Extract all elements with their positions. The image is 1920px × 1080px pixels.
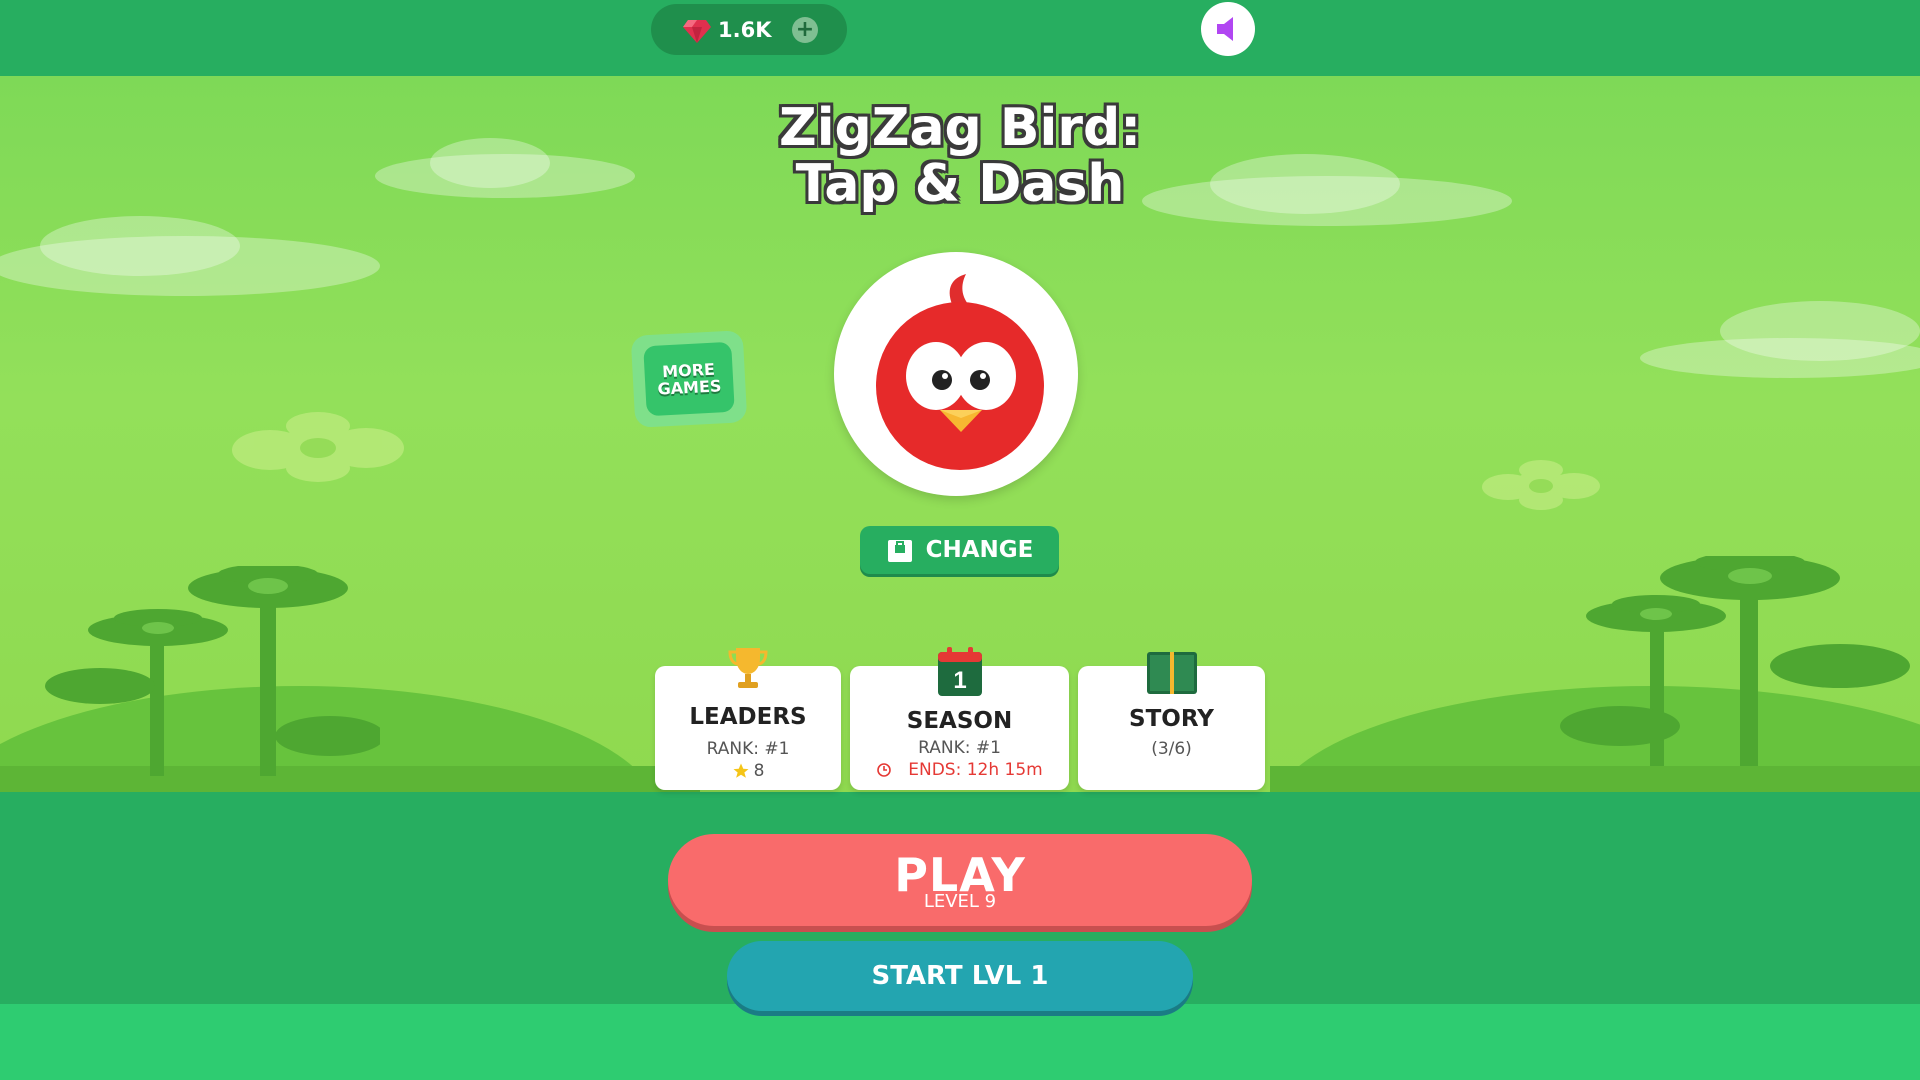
gem-icon	[683, 19, 711, 43]
top-bar	[0, 0, 1920, 76]
change-character-button[interactable]: CHANGE	[860, 526, 1059, 574]
plant-silhouette-right	[1560, 556, 1910, 766]
more-games-label: MORE GAMES	[643, 341, 735, 417]
story-title: STORY	[1129, 706, 1214, 732]
season-card[interactable]: 1 SEASON RANK: #1 ENDS: 12h 15m	[850, 647, 1069, 790]
game-title: ZigZag Bird: Tap & Dash	[720, 100, 1200, 212]
leaders-stars-value: 8	[753, 761, 765, 781]
leaders-card[interactable]: LEADERS RANK: #1 8	[655, 648, 841, 790]
gems-counter: 1.6K +	[651, 4, 847, 55]
clock-icon	[877, 763, 892, 777]
title-line-1: ZigZag Bird:	[779, 98, 1141, 158]
ground	[1270, 766, 1920, 792]
more-games-button[interactable]: MORE GAMES	[630, 330, 748, 428]
cloud	[1720, 301, 1920, 361]
start-level-1-button[interactable]: START LVL 1	[727, 941, 1193, 1011]
season-day: 1	[953, 667, 966, 694]
leaders-rank: RANK: #1	[706, 739, 790, 759]
bird-avatar-icon	[876, 274, 1044, 470]
season-ends-text: ENDS: 12h 15m	[908, 760, 1043, 780]
gems-value: 1.6K	[718, 17, 772, 42]
change-button-label: CHANGE	[925, 537, 1034, 563]
speaker-icon	[1217, 17, 1233, 41]
plant-silhouette-left	[45, 566, 380, 776]
leaders-stars: 8	[655, 761, 841, 781]
leaders-title: LEADERS	[689, 704, 807, 730]
footer-band	[0, 1004, 1920, 1080]
trophy-icon	[728, 648, 768, 688]
season-title: SEASON	[906, 708, 1013, 734]
cloud	[40, 216, 240, 276]
decorative-flower	[232, 412, 404, 482]
play-button[interactable]: PLAY LEVEL 9	[668, 834, 1252, 926]
cloud	[430, 138, 550, 188]
more-games-line-2: GAMES	[657, 376, 722, 399]
bird-avatar[interactable]	[834, 252, 1078, 496]
star-icon	[733, 763, 749, 778]
shop-icon	[887, 540, 912, 562]
title-line-2: Tap & Dash	[795, 154, 1125, 214]
season-rank: RANK: #1	[918, 738, 1001, 758]
story-progress: (3/6)	[1151, 739, 1192, 759]
cloud	[1210, 154, 1400, 214]
play-level: LEVEL 9	[923, 891, 997, 912]
calendar-icon: 1	[937, 647, 982, 696]
decorative-flower	[1482, 460, 1600, 510]
book-icon	[1146, 652, 1197, 694]
start-button-label: START LVL 1	[871, 961, 1049, 991]
sound-toggle-button[interactable]	[1201, 2, 1255, 56]
add-gems-button[interactable]: +	[792, 17, 818, 43]
story-card[interactable]: STORY (3/6)	[1078, 652, 1265, 790]
plus-icon: +	[795, 17, 815, 42]
season-ends: ENDS: 12h 15m	[850, 760, 1069, 780]
